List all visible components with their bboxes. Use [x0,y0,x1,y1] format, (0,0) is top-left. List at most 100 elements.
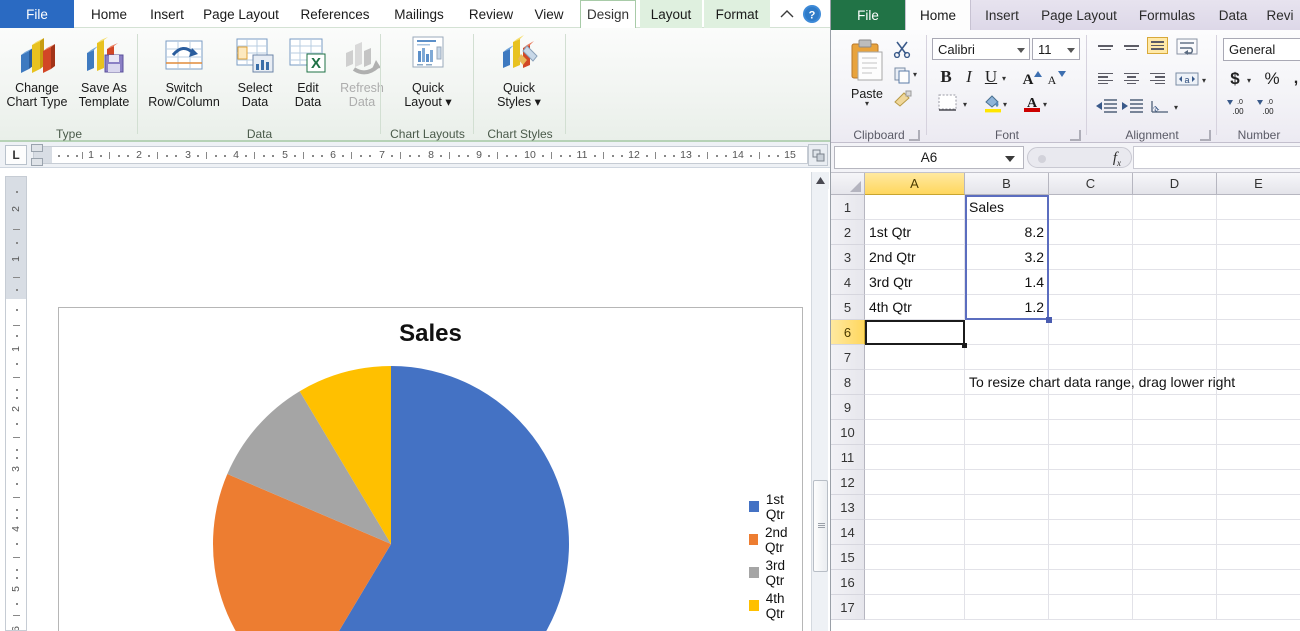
cell-E11[interactable] [1217,445,1300,470]
cell-A5[interactable]: 4th Qtr [865,295,965,320]
comma-style-button[interactable]: , [1287,68,1300,90]
row-header-3[interactable]: 3 [831,245,865,270]
cell-B1[interactable]: Sales [965,195,1049,220]
cell-E13[interactable] [1217,495,1300,520]
cell-B11[interactable] [965,445,1049,470]
first-line-indent-marker[interactable] [31,144,43,152]
row-header-9[interactable]: 9 [831,395,865,420]
horizontal-ruler[interactable]: L 1 2 3 4 5 6 7 8 [0,142,830,168]
cell-C12[interactable] [1049,470,1133,495]
cell-D10[interactable] [1133,420,1217,445]
vertical-ruler[interactable]: 2 1 1 2 3 4 5 6 [5,176,27,631]
row-header-16[interactable]: 16 [831,570,865,595]
quick-styles-button[interactable]: Quick Styles ▾ [484,32,554,109]
cell-E4[interactable] [1217,270,1300,295]
cell-A2[interactable]: 1st Qtr [865,220,965,245]
legend-item[interactable]: 4th Qtr [749,589,802,622]
select-all-button[interactable] [831,173,865,195]
cell-C6[interactable] [1049,320,1133,345]
cell-E15[interactable] [1217,545,1300,570]
word-vertical-scrollbar[interactable] [811,172,828,631]
cell-A16[interactable] [865,570,965,595]
cell-A17[interactable] [865,595,965,620]
cell-E9[interactable] [1217,395,1300,420]
active-cell-selection[interactable] [865,320,965,345]
cell-B6[interactable] [965,320,1049,345]
decrease-indent-icon[interactable] [1095,96,1119,116]
chart-object[interactable]: Sales 1st Qtr 2nd Qtr [58,307,803,631]
cell-A8[interactable] [865,370,965,395]
cell-D17[interactable] [1133,595,1217,620]
align-bottom-icon[interactable] [1147,37,1168,54]
decrease-font-size-button[interactable]: A [1044,66,1068,88]
copy-dropdown-icon[interactable]: ▾ [913,70,917,79]
cell-B8[interactable]: To resize chart data range, drag lower r… [965,370,1049,395]
percent-button[interactable]: % [1261,68,1283,90]
merge-dropdown-icon[interactable]: ▾ [1202,76,1206,85]
cell-B16[interactable] [965,570,1049,595]
underline-dropdown-icon[interactable]: ▾ [1002,74,1006,83]
fill-color-button[interactable] [981,92,1005,114]
cell-B12[interactable] [965,470,1049,495]
cell-E10[interactable] [1217,420,1300,445]
cell-C3[interactable] [1049,245,1133,270]
excel-tab-file[interactable]: File [831,0,905,30]
cell-A11[interactable] [865,445,965,470]
edit-data-button[interactable]: X Edit Data [284,32,332,109]
cell-C4[interactable] [1049,270,1133,295]
row-header-1[interactable]: 1 [831,195,865,220]
cell-D14[interactable] [1133,520,1217,545]
name-box-dropdown-icon[interactable] [1005,156,1015,162]
row-header-6[interactable]: 6 [831,320,865,345]
row-header-7[interactable]: 7 [831,345,865,370]
cell-C7[interactable] [1049,345,1133,370]
orientation-dropdown-icon[interactable]: ▾ [1174,103,1178,112]
legend-item[interactable]: 1st Qtr [749,490,802,523]
legend-item[interactable]: 3rd Qtr [749,556,802,589]
cell-B17[interactable] [965,595,1049,620]
word-tab-file[interactable]: File [0,0,74,28]
spreadsheet-grid[interactable]: A B C D E 1Sales21st Qtr8.232nd Qtr3.243… [831,173,1300,631]
word-tab-view[interactable]: View [526,0,572,28]
row-header-4[interactable]: 4 [831,270,865,295]
cell-C16[interactable] [1049,570,1133,595]
cell-A4[interactable]: 3rd Qtr [865,270,965,295]
cell-D9[interactable] [1133,395,1217,420]
cell-C9[interactable] [1049,395,1133,420]
excel-tab-insert[interactable]: Insert [973,0,1031,30]
insert-function-icon[interactable]: fx [1113,150,1121,168]
italic-button[interactable]: I [959,66,979,88]
cell-C11[interactable] [1049,445,1133,470]
row-header-14[interactable]: 14 [831,520,865,545]
hanging-indent-marker[interactable] [31,158,43,166]
chart-range-resize-handle[interactable] [1046,317,1052,323]
quick-layout-button[interactable]: Quick Layout ▾ [393,32,463,109]
cell-E3[interactable] [1217,245,1300,270]
word-tab-page-layout[interactable]: Page Layout [196,0,286,28]
number-format-combo[interactable]: General [1223,38,1300,61]
font-name-combo[interactable]: Calibri [932,38,1030,60]
merge-center-icon[interactable]: a [1174,69,1200,89]
legend-item[interactable]: 2nd Qtr [749,523,802,556]
cell-D1[interactable] [1133,195,1217,220]
row-header-15[interactable]: 15 [831,545,865,570]
cell-B9[interactable] [965,395,1049,420]
document-page[interactable]: Sales 1st Qtr 2nd Qtr [28,169,803,631]
word-tab-references[interactable]: References [292,0,378,28]
cell-B5[interactable]: 1.2 [965,295,1049,320]
cell-D15[interactable] [1133,545,1217,570]
pie-chart-plot[interactable] [211,364,571,631]
collapse-ribbon-icon[interactable] [778,5,796,23]
cell-E2[interactable] [1217,220,1300,245]
word-tab-mailings[interactable]: Mailings [382,0,456,28]
cell-E17[interactable] [1217,595,1300,620]
excel-tab-page-layout[interactable]: Page Layout [1033,0,1125,30]
cell-A12[interactable] [865,470,965,495]
cell-E1[interactable] [1217,195,1300,220]
cell-A15[interactable] [865,545,965,570]
cell-E7[interactable] [1217,345,1300,370]
align-center-icon[interactable] [1121,70,1142,87]
align-right-icon[interactable] [1147,70,1168,87]
copy-icon[interactable] [891,64,913,86]
cell-B13[interactable] [965,495,1049,520]
